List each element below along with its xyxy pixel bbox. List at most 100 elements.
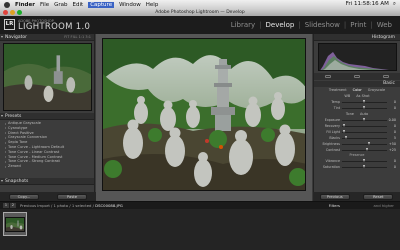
main-photo[interactable] (102, 38, 306, 191)
slider-knob[interactable] (362, 159, 365, 162)
slider-track[interactable] (342, 118, 387, 121)
lightroom-logo-icon: LR (4, 19, 15, 30)
menu-file[interactable]: File (40, 2, 49, 8)
menu-window[interactable]: Window (119, 2, 141, 8)
slider-value[interactable]: 0 (387, 100, 396, 104)
slider-track[interactable] (342, 100, 387, 103)
disclosure-triangle-icon[interactable] (1, 179, 3, 182)
close-window-icon[interactable] (3, 10, 8, 15)
presets-header[interactable]: Presets (0, 113, 94, 120)
window-titlebar: Adobe Photoshop Lightroom — Develop (0, 9, 400, 16)
copy-button[interactable]: Copy... (9, 193, 39, 200)
crop-tool-icon[interactable] (325, 75, 332, 78)
image-canvas (96, 34, 312, 201)
menu-edit[interactable]: Edit (73, 2, 84, 8)
filmstrip-thumbnail[interactable] (3, 212, 27, 236)
histogram-title: Histogram (371, 35, 395, 40)
slider-value[interactable]: +50 (387, 142, 396, 146)
disclosure-triangle-icon[interactable] (1, 36, 3, 38)
slider-row-saturation[interactable]: Saturation 0 (314, 164, 400, 170)
paste-button[interactable]: Paste (57, 193, 87, 200)
slider-knob[interactable] (344, 136, 347, 139)
module-develop[interactable]: Develop (264, 21, 297, 29)
slider-knob[interactable] (362, 100, 365, 103)
tone-label: Tone (345, 112, 354, 116)
slider-track[interactable] (342, 165, 387, 168)
slider-knob[interactable] (362, 165, 365, 168)
snapshots-header[interactable]: Snapshots (0, 177, 94, 185)
slider-label: Saturation (322, 165, 340, 169)
zoom-window-icon[interactable] (17, 10, 22, 15)
navigator-preview[interactable] (3, 43, 92, 111)
slider-track[interactable] (342, 130, 387, 133)
slider-knob[interactable] (342, 124, 345, 127)
primary-window-button[interactable]: 1 (3, 203, 9, 208)
slider-value[interactable]: 5 (387, 136, 396, 140)
secondary-window-button[interactable]: 2 (10, 203, 16, 208)
photo-image (103, 39, 305, 190)
menu-help[interactable]: Help (146, 2, 159, 8)
slider-value[interactable]: 0 (387, 159, 396, 163)
previous-button[interactable]: Previous (319, 193, 350, 200)
filmstrip-filename: DSC00088.JPG (95, 203, 123, 208)
snapshots-title: Snapshots (5, 178, 29, 184)
tone-auto-button[interactable]: Auto (360, 111, 368, 117)
slider-knob[interactable] (362, 106, 365, 109)
module-slideshow[interactable]: Slideshow (303, 21, 342, 29)
treatment-grayscale-option[interactable]: Grayscale (368, 87, 385, 93)
slider-track[interactable] (342, 142, 387, 145)
navigator-header[interactable]: Navigator FIT FILL 1:1 3:1 (0, 34, 94, 41)
slider-track[interactable] (342, 124, 387, 127)
slider-label: Tint (333, 106, 340, 110)
tool-strip (314, 73, 400, 80)
menubar-clock[interactable]: Fri 11:58:16 AM (346, 1, 389, 8)
wb-label: WB (344, 94, 351, 98)
panel-spacer (0, 169, 94, 178)
menu-capture[interactable]: Capture (88, 1, 115, 8)
brand-title: LIGHTROOM 1.0 (18, 22, 91, 32)
disclosure-triangle-icon[interactable] (1, 115, 3, 117)
slider-knob[interactable] (368, 142, 371, 145)
slider-label: Fill Light (326, 130, 340, 134)
slider-knob[interactable] (365, 148, 368, 151)
slider-value[interactable]: +25 (387, 148, 396, 152)
slider-label: Temp (331, 100, 340, 104)
preset-item[interactable]: Zeroed (5, 164, 94, 169)
menu-app[interactable]: Finder (15, 2, 35, 8)
module-web[interactable]: Web (375, 21, 394, 29)
filmstrip (0, 209, 400, 250)
left-bottom-bar: Copy... Paste (0, 192, 96, 201)
module-library[interactable]: Library (229, 21, 257, 29)
red-eye-tool-icon[interactable] (382, 75, 389, 78)
slider-knob[interactable] (342, 130, 345, 133)
slider-track[interactable] (342, 159, 387, 162)
thumbnail-picture (6, 217, 24, 231)
slider-track[interactable] (342, 148, 387, 151)
right-panel: Histogram Basic Treatment Color Grayscal… (313, 34, 400, 192)
right-bottom-bar: Previous Reset (313, 192, 400, 201)
slider-value[interactable]: 0 (387, 124, 396, 128)
histogram-plot (320, 52, 389, 70)
navigator-title: Navigator (5, 35, 28, 40)
histogram-header[interactable]: Histogram (314, 34, 400, 41)
minimize-window-icon[interactable] (10, 10, 15, 15)
slider-track[interactable] (342, 136, 387, 139)
slider-value[interactable]: 0 (387, 106, 396, 110)
spotlight-icon[interactable]: ⌕ (393, 1, 396, 8)
slider-label: Contrast (325, 148, 340, 152)
apple-icon[interactable] (4, 1, 10, 8)
module-print[interactable]: Print (348, 21, 368, 29)
mac-menubar: Finder File Grab Edit Capture Window Hel… (0, 0, 400, 9)
slider-track[interactable] (342, 106, 387, 109)
navigator-zoom-options[interactable]: FIT FILL 1:1 3:1 (64, 34, 91, 41)
thumbnail-image (5, 216, 25, 232)
slider-value[interactable]: 0 (387, 130, 396, 134)
wb-select[interactable]: As Shot (356, 93, 369, 99)
slider-value[interactable]: 0 (387, 165, 396, 169)
slider-knob[interactable] (362, 118, 365, 121)
spot-removal-tool-icon[interactable] (353, 75, 360, 78)
menu-grab[interactable]: Grab (54, 2, 67, 8)
slider-value[interactable]: 0.00 (387, 118, 396, 122)
reset-button[interactable]: Reset (363, 193, 394, 200)
navigator-image (4, 44, 91, 110)
